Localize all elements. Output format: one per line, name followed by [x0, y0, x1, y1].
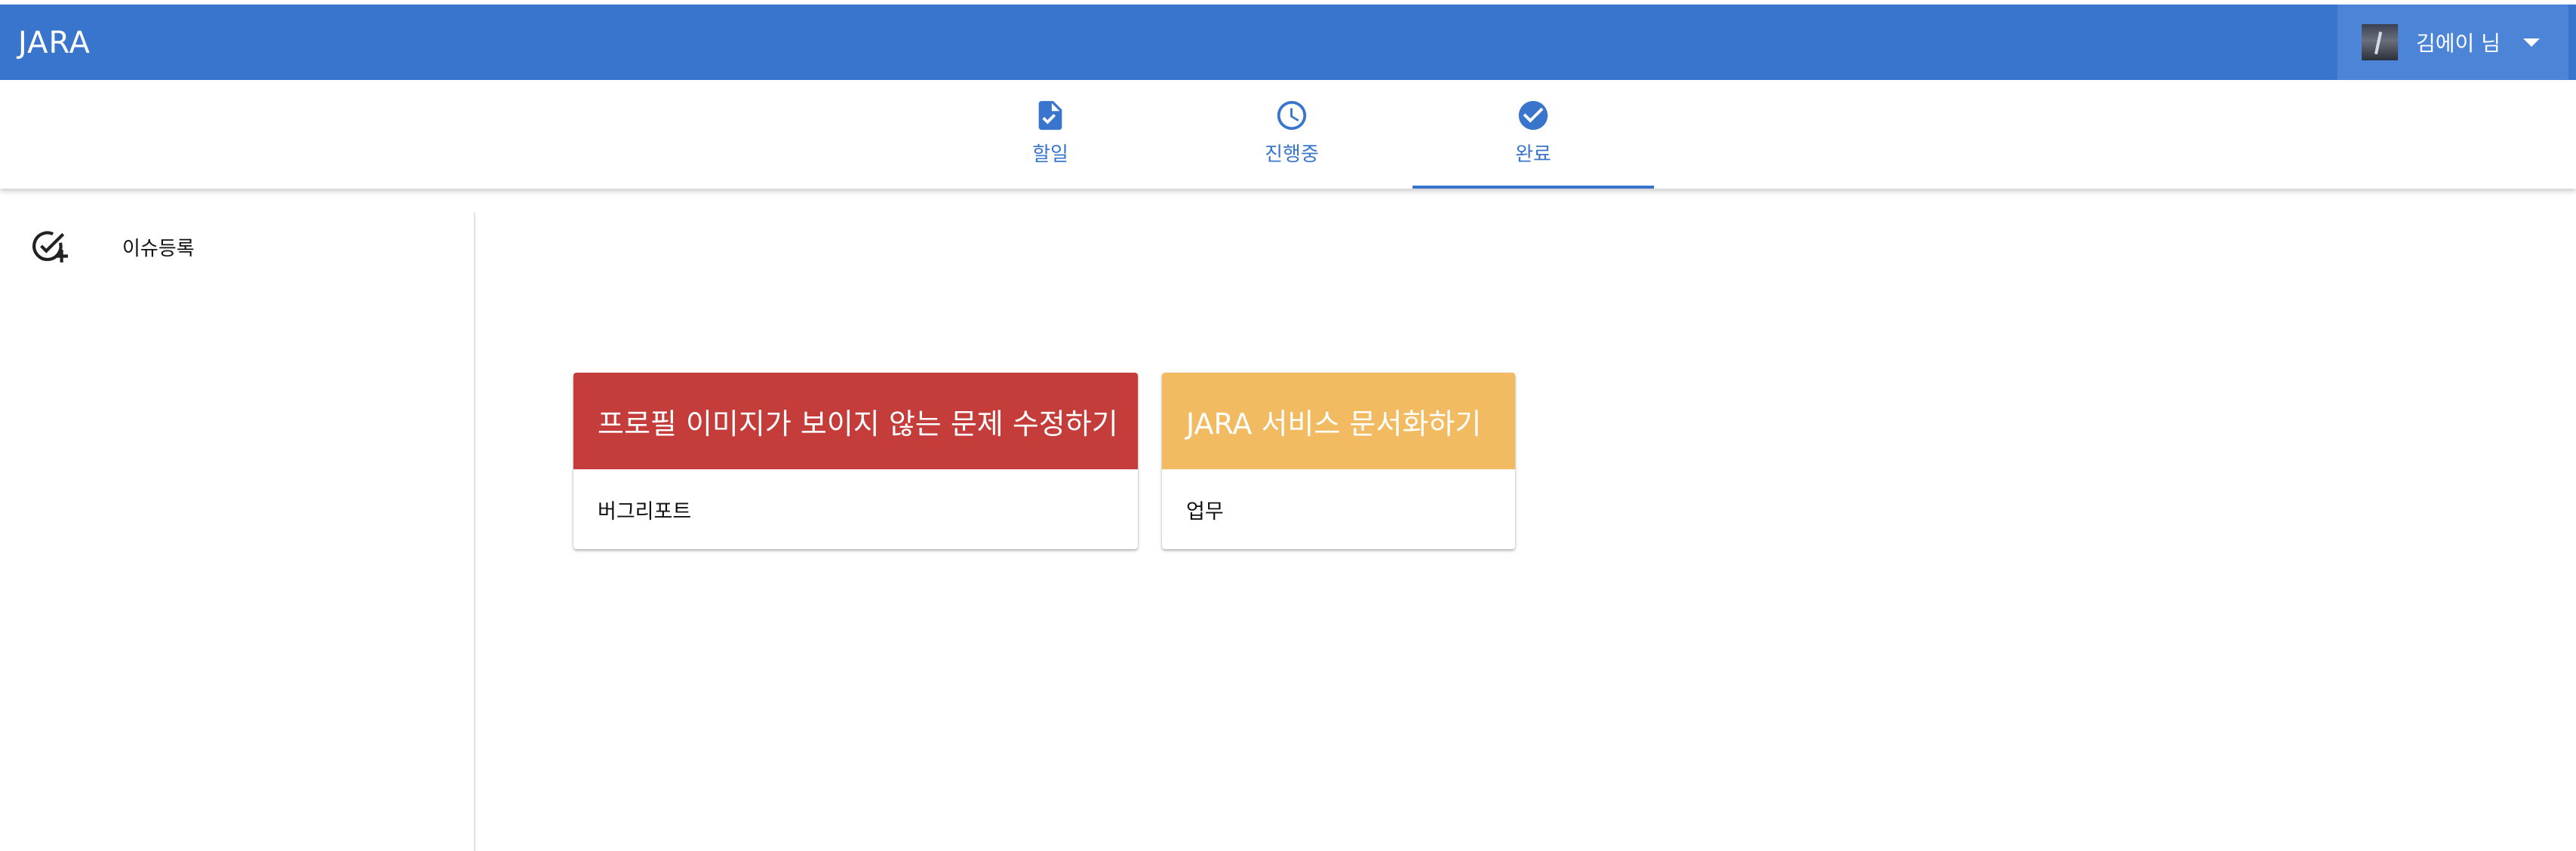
app-bar: JARA 김에이 님 [0, 5, 2576, 80]
card-title: 프로필 이미지가 보이지 않는 문제 수정하기 [573, 373, 1138, 469]
tab-done[interactable]: 완료 [1412, 80, 1654, 189]
sidebar-item-label: 이슈등록 [122, 237, 195, 260]
tab-in-progress[interactable]: 진행중 [1171, 80, 1412, 189]
app-title[interactable]: JARA [18, 26, 91, 60]
issue-card[interactable]: JARA 서비스 문서화하기 업무 [1162, 373, 1515, 549]
tab-label: 진행중 [1265, 143, 1319, 166]
card-category: 업무 [1186, 499, 1224, 524]
sidebar: 이슈등록 [0, 213, 475, 851]
sidebar-item-create-issue[interactable]: 이슈등록 [30, 228, 453, 266]
status-tabs: 할일 진행중 완료 [0, 80, 2576, 189]
clock-icon [1277, 100, 1307, 131]
tab-label: 완료 [1515, 143, 1551, 166]
user-menu[interactable]: 김에이 님 [2338, 5, 2568, 80]
tab-todo[interactable]: 할일 [930, 80, 1171, 189]
add-task-icon [32, 231, 68, 263]
issue-card[interactable]: 프로필 이미지가 보이지 않는 문제 수정하기 버그리포트 [573, 373, 1138, 549]
avatar [2362, 24, 2398, 60]
card-title: JARA 서비스 문서화하기 [1162, 373, 1515, 469]
tab-label: 할일 [1032, 143, 1068, 166]
user-name: 김에이 님 [2416, 31, 2501, 56]
document-check-icon [1038, 100, 1062, 131]
chevron-down-icon [2522, 38, 2540, 47]
card-category: 버그리포트 [598, 499, 692, 524]
check-circle-icon [1518, 100, 1548, 131]
